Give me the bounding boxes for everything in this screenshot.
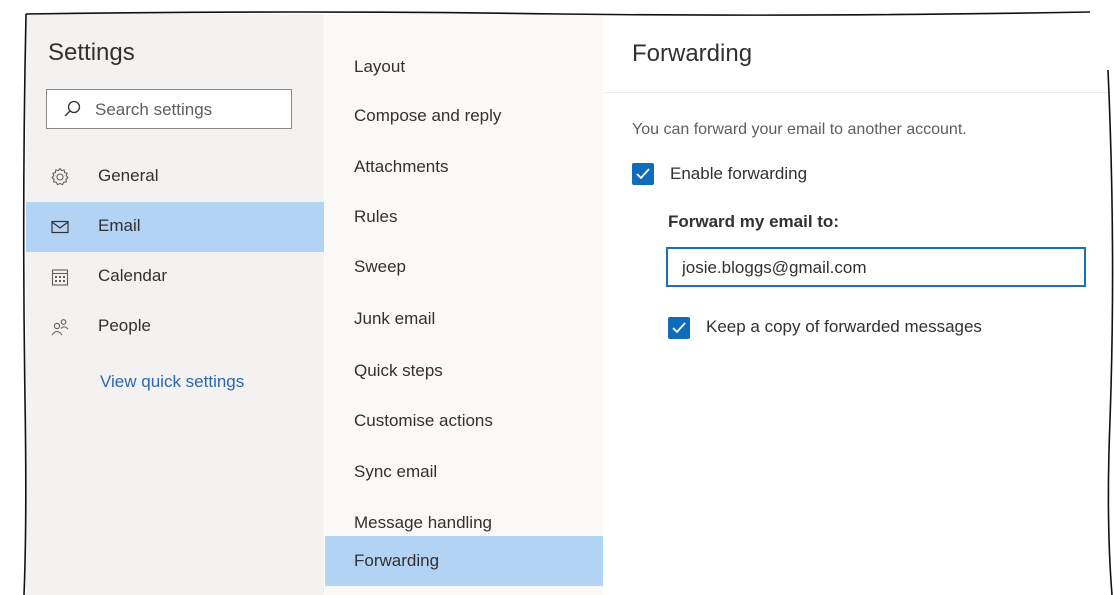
enable-forwarding-checkbox[interactable] (632, 163, 654, 185)
forward-email-field[interactable] (666, 247, 1086, 287)
menu-item-sync-email[interactable]: Sync email (325, 447, 603, 497)
menu-item-forwarding[interactable]: Forwarding (325, 536, 603, 586)
sidebar-item-label: Calendar (98, 266, 167, 285)
forwarding-description: You can forward your email to another ac… (632, 121, 967, 138)
menu-item-customise-actions[interactable]: Customise actions (325, 396, 603, 446)
calendar-icon (51, 269, 69, 286)
sidebar-item-label: General (98, 166, 159, 185)
keep-copy-label: Keep a copy of forwarded messages (706, 317, 982, 336)
search-input[interactable] (93, 97, 287, 123)
enable-forwarding-label: Enable forwarding (670, 164, 808, 183)
forward-to-label: Forward my email to: (668, 212, 839, 231)
menu-item-label: Sync email (354, 462, 438, 481)
gear-icon (51, 167, 69, 186)
sidebar-item-calendar[interactable]: Calendar (26, 252, 324, 302)
forward-email-input[interactable] (680, 256, 1074, 280)
settings-sidebar: Settings General Email Calenda (26, 14, 324, 595)
checkmark-icon (636, 168, 650, 180)
menu-item-quick-steps[interactable]: Quick steps (325, 346, 603, 396)
view-quick-settings-link[interactable]: View quick settings (100, 372, 244, 392)
menu-item-junk-email[interactable]: Junk email (325, 294, 603, 344)
sidebar-item-label: People (98, 316, 151, 335)
menu-item-label: Compose and reply (354, 106, 502, 125)
email-settings-menu: Layout Compose and reply Attachments Rul… (325, 14, 603, 595)
sidebar-item-label: Email (98, 216, 141, 235)
menu-item-label: Rules (354, 207, 398, 226)
menu-item-attachments[interactable]: Attachments (325, 142, 603, 192)
menu-item-label: Attachments (354, 157, 449, 176)
settings-title: Settings (48, 39, 135, 66)
keep-copy-checkbox[interactable] (668, 317, 690, 339)
menu-item-label: Message handling (354, 513, 492, 532)
menu-item-label: Customise actions (354, 411, 493, 430)
menu-item-rules[interactable]: Rules (325, 192, 603, 242)
people-icon (51, 319, 69, 336)
menu-item-label: Quick steps (354, 361, 443, 380)
sidebar-item-general[interactable]: General (26, 152, 324, 202)
sidebar-item-email[interactable]: Email (26, 202, 324, 252)
mail-icon (51, 220, 69, 234)
menu-item-label: Forwarding (354, 551, 440, 570)
search-settings-box[interactable] (46, 89, 292, 129)
menu-item-layout[interactable]: Layout (325, 42, 603, 92)
sidebar-item-people[interactable]: People (26, 302, 324, 352)
menu-item-label: Sweep (354, 257, 406, 276)
menu-item-label: Layout (354, 57, 406, 76)
search-icon (64, 100, 81, 117)
forwarding-pane: Forwarding You can forward your email to… (604, 14, 1114, 595)
menu-item-label: Junk email (354, 309, 436, 328)
pane-title: Forwarding (632, 40, 753, 67)
checkmark-icon (672, 322, 686, 334)
menu-item-sweep[interactable]: Sweep (325, 242, 603, 292)
menu-item-compose-and-reply[interactable]: Compose and reply (325, 91, 603, 141)
divider (604, 92, 1109, 93)
